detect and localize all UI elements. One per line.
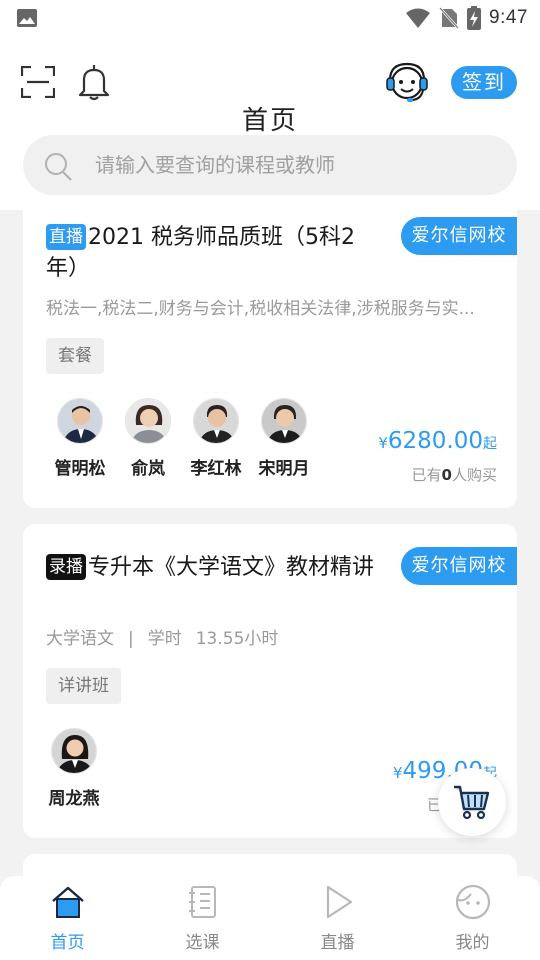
avatar (125, 398, 171, 444)
course-title-text: 2021 税务师品质班（5科2年） (46, 225, 355, 281)
hours-value: 13.55小时 (195, 629, 279, 649)
nav-item-live[interactable]: 直播 (270, 876, 405, 960)
buyer-count: 已有0人购买 (412, 464, 497, 485)
buyers-suffix: 人购买 (451, 466, 497, 484)
course-meta: 大学语文 | 学时 13.55小时 (46, 624, 278, 649)
price-suffix: 起 (483, 436, 497, 452)
avatar (193, 398, 239, 444)
battery-charging-icon (467, 6, 482, 30)
notebook-icon (188, 886, 216, 918)
teacher[interactable]: 俞岚 (114, 398, 182, 479)
currency-symbol: ¥ (392, 764, 403, 782)
page-title: 首页 (241, 106, 298, 136)
teacher[interactable]: 管明松 (46, 398, 114, 479)
search-icon (45, 153, 72, 181)
teacher[interactable]: 李红林 (182, 398, 250, 479)
nav-label: 我的 (455, 933, 490, 953)
teacher-name: 宋明月 (258, 459, 310, 479)
course-price: ¥6280.00起 (378, 428, 497, 454)
nav-item-profile[interactable]: 我的 (405, 876, 540, 960)
teacher[interactable]: 周龙燕 (46, 728, 102, 809)
teacher-list: 管明松 俞岚 李红林 宋明月 (46, 398, 318, 479)
course-title-text: 专升本《大学语文》教材精讲 (88, 555, 375, 580)
course-title: 录播 专升本《大学语文》教材精讲 (46, 552, 386, 583)
wifi-icon (406, 8, 431, 28)
checkin-button[interactable]: 签到 (451, 66, 517, 99)
course-card[interactable] (23, 854, 517, 876)
avatar (57, 398, 103, 444)
nav-label: 首页 (50, 933, 85, 953)
search-input[interactable] (95, 135, 495, 195)
buyers-prefix: 已有 (411, 466, 442, 484)
course-title: 直播 2021 税务师品质班（5科2年） (46, 222, 386, 284)
avatar (261, 398, 307, 444)
recorded-tag: 录播 (46, 554, 86, 580)
status-time: 9:47 (489, 7, 528, 28)
bottom-nav: 首页 选课 直播 我的 (0, 876, 540, 960)
shopping-cart-icon (454, 785, 490, 820)
no-sim-icon (439, 7, 459, 29)
teacher-list: 周龙燕 (46, 728, 102, 809)
course-card[interactable]: 爱尔信网校 直播 2021 税务师品质班（5科2年） 税法一,税法二,财务与会计,… (23, 210, 517, 508)
status-bar: 9:47 (0, 0, 540, 36)
nav-item-courses[interactable]: 选课 (135, 876, 270, 960)
image-notification-icon (17, 9, 37, 27)
nav-label: 选课 (185, 933, 220, 953)
search-bar[interactable] (23, 135, 517, 195)
course-subject: 大学语文 (46, 629, 114, 649)
price-amount: 6280.00 (387, 428, 483, 454)
meta-separator: | (128, 629, 134, 649)
course-type-pill: 详讲班 (46, 668, 121, 704)
play-icon (326, 885, 352, 919)
avatar (51, 728, 97, 774)
course-type-pill: 套餐 (46, 338, 104, 374)
teacher-name: 周龙燕 (48, 789, 100, 809)
profile-face-icon (455, 884, 490, 920)
school-badge: 爱尔信网校 (401, 547, 517, 585)
buyers-number: 0 (441, 466, 452, 484)
cart-button[interactable] (438, 768, 506, 836)
hours-label: 学时 (147, 629, 182, 649)
teacher-name: 俞岚 (131, 459, 165, 479)
course-description: 税法一,税法二,财务与会计,税收相关法律,涉税服务与实... (46, 299, 475, 319)
school-badge: 爱尔信网校 (401, 217, 517, 255)
customer-service-icon[interactable] (385, 60, 429, 106)
home-header: 首页 签到 (0, 36, 540, 210)
currency-symbol: ¥ (378, 434, 388, 452)
bell-icon[interactable] (76, 63, 112, 101)
live-tag: 直播 (46, 224, 86, 250)
nav-item-home[interactable]: 首页 (0, 876, 135, 960)
scan-icon[interactable] (21, 66, 55, 98)
teacher-name: 李红林 (190, 459, 242, 479)
teacher-name: 管明松 (54, 459, 106, 479)
home-icon (51, 886, 84, 918)
teacher[interactable]: 宋明月 (250, 398, 318, 479)
nav-label: 直播 (320, 933, 355, 953)
